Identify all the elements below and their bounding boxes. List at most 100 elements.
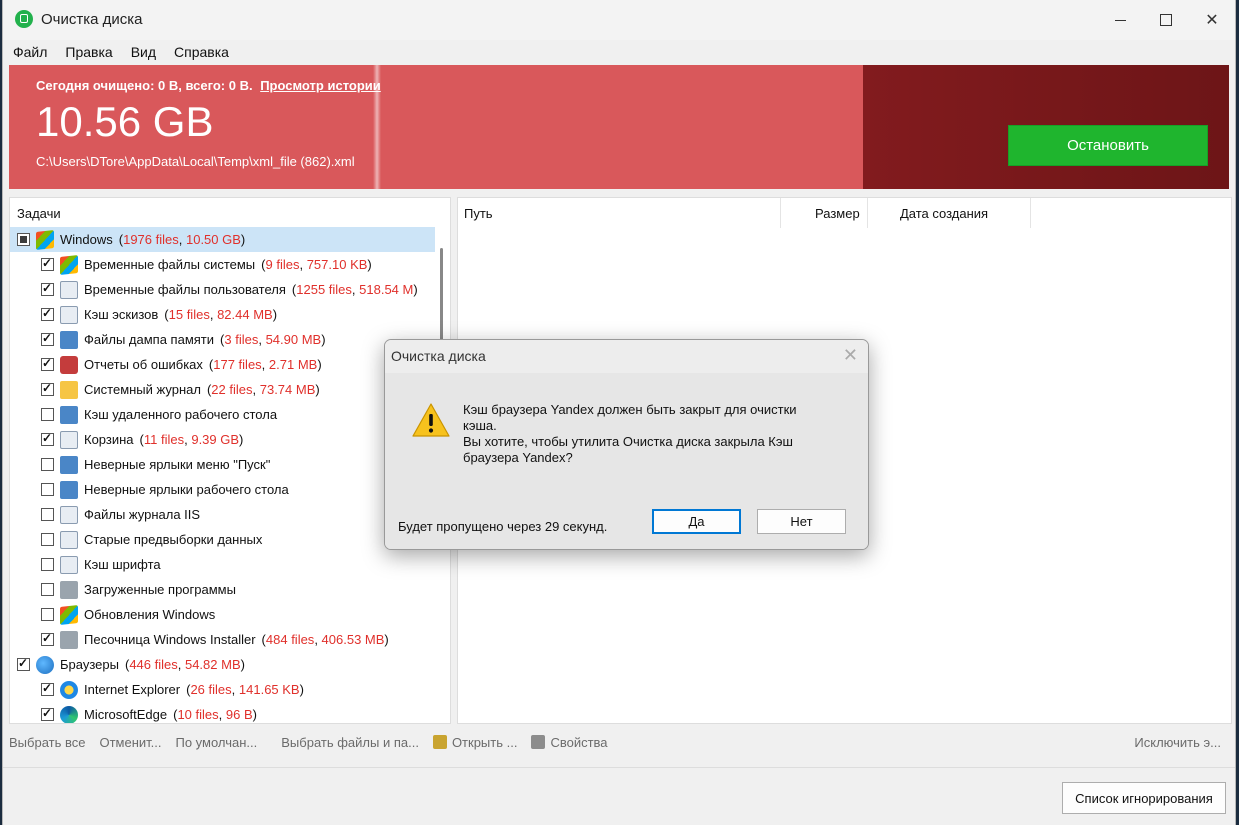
task-size: 2.71 MB [268, 357, 318, 372]
task-checkbox[interactable] [41, 408, 54, 421]
dialog-message: Кэш браузера Yandex должен быть закрыт д… [463, 402, 853, 466]
column-created[interactable]: Дата создания [900, 198, 988, 228]
installer-icon [60, 630, 78, 649]
status-divider [3, 767, 1235, 768]
task-row[interactable]: Браузеры (446 files, 54.82 MB) [10, 652, 435, 677]
task-size: 73.74 MB [259, 382, 316, 397]
task-checkbox[interactable] [41, 306, 54, 321]
stop-button[interactable]: Остановить [1008, 125, 1208, 166]
windows-update-icon [60, 604, 78, 625]
task-row[interactable]: Файлы дампа памяти (3 files, 54.90 MB) [10, 327, 435, 352]
task-checkbox[interactable] [41, 483, 54, 496]
task-file-count: 15 files [168, 307, 210, 322]
task-row[interactable]: Кэш удаленного рабочего стола [10, 402, 435, 427]
column-path[interactable]: Путь [464, 198, 493, 228]
dialog-message-line: Кэш браузера Yandex должен быть закрыт д… [463, 402, 797, 417]
title-bar: Очистка диска ✕ [3, 0, 1235, 40]
task-checkbox[interactable] [41, 706, 54, 721]
properties-label: Свойства [550, 734, 608, 750]
task-checkbox[interactable] [41, 558, 54, 571]
task-row[interactable]: Корзина (11 files, 9.39 GB) [10, 427, 435, 452]
task-stats: (9 files, 757.10 KB) [261, 257, 372, 272]
task-file-count: 22 files [211, 382, 253, 397]
task-label: Системный журнал [84, 382, 201, 397]
task-row[interactable]: Временные файлы системы (9 files, 757.10 … [10, 252, 435, 277]
menu-edit[interactable]: Правка [55, 44, 120, 60]
cancel-selection-button[interactable]: Отменит... [99, 735, 161, 750]
task-checkbox[interactable] [41, 256, 54, 271]
task-checkbox[interactable] [17, 233, 30, 246]
properties-button[interactable]: Свойства [531, 734, 608, 750]
history-link[interactable]: Просмотр истории [260, 78, 381, 93]
task-row[interactable]: Временные файлы пользователя (1255 files,… [10, 277, 435, 302]
task-file-count: 1976 files [123, 232, 179, 247]
dialog-message-line: кэша. [463, 418, 497, 433]
dialog-close-icon[interactable]: ✕ [843, 345, 858, 366]
maximize-button[interactable] [1143, 0, 1189, 40]
task-label: Неверные ярлыки меню "Пуск" [84, 457, 271, 472]
task-label: Обновления Windows [84, 607, 216, 622]
ignore-list-button[interactable]: Список игнорирования [1062, 782, 1226, 814]
close-button[interactable]: ✕ [1189, 0, 1235, 40]
menu-help[interactable]: Справка [164, 44, 237, 60]
task-checkbox[interactable] [41, 583, 54, 596]
task-checkbox[interactable] [41, 508, 54, 521]
dialog-title-bar: Очистка диска ✕ [385, 340, 868, 373]
task-row[interactable]: Отчеты об ошибках (177 files, 2.71 MB) [10, 352, 435, 377]
task-size: 10.50 GB [185, 232, 241, 247]
task-checkbox[interactable] [41, 356, 54, 371]
minimize-button[interactable] [1097, 0, 1143, 40]
yes-button[interactable]: Да [652, 509, 741, 534]
properties-icon [531, 735, 546, 749]
windows-icon [36, 229, 54, 250]
cleanup-summary: Сегодня очищено: 0 B, всего: 0 B. Просмо… [36, 78, 381, 93]
task-row[interactable]: Старые предвыборки данных [10, 527, 435, 552]
warning-icon [412, 403, 450, 437]
task-label: Файлы дампа памяти [84, 332, 215, 347]
task-checkbox[interactable] [41, 608, 54, 621]
dialog-message-line: Вы хотите, чтобы утилита Очистка диска з… [463, 434, 793, 449]
open-button[interactable]: Открыть ... [432, 735, 517, 750]
task-checkbox[interactable] [41, 458, 54, 471]
task-checkbox[interactable] [41, 631, 54, 646]
task-row[interactable]: Кэш шрифта [10, 552, 435, 577]
task-label: Песочница Windows Installer [84, 632, 256, 647]
task-row[interactable]: Обновления Windows [10, 602, 435, 627]
task-row[interactable]: Неверные ярлыки меню "Пуск" [10, 452, 435, 477]
task-checkbox[interactable] [41, 533, 54, 546]
dialog-countdown: Будет пропущено через 29 секунд. [398, 519, 608, 534]
task-row[interactable]: Windows (1976 files, 10.50 GB) [10, 227, 435, 252]
select-all-button[interactable]: Выбрать все [9, 735, 85, 750]
task-checkbox[interactable] [41, 381, 54, 396]
task-checkbox[interactable] [41, 281, 54, 296]
task-checkbox[interactable] [41, 681, 54, 696]
task-row[interactable]: Неверные ярлыки рабочего стола [10, 477, 435, 502]
task-row[interactable]: Системный журнал (22 files, 73.74 MB) [10, 377, 435, 402]
app-logo-icon [15, 10, 33, 28]
task-stats: (15 files, 82.44 MB) [164, 307, 278, 322]
task-checkbox[interactable] [41, 431, 54, 446]
column-size[interactable]: Размер [815, 198, 860, 228]
task-row[interactable]: Песочница Windows Installer (484 files, 4… [10, 627, 435, 652]
window-title: Очистка диска [41, 11, 143, 28]
task-row[interactable]: MicrosoftEdge (10 files, 96 B) [10, 702, 435, 723]
select-files-button[interactable]: Выбрать файлы и па... [281, 735, 419, 750]
task-row[interactable]: Загруженные программы [10, 577, 435, 602]
task-row[interactable]: Кэш эскизов (15 files, 82.44 MB) [10, 302, 435, 327]
task-size: 757.10 KB [306, 257, 368, 272]
task-size: 96 B [225, 707, 253, 722]
task-checkbox[interactable] [17, 656, 30, 671]
defaults-button[interactable]: По умолчан... [176, 735, 258, 750]
task-row[interactable]: Internet Explorer (26 files, 141.65 KB) [10, 677, 435, 702]
task-row[interactable]: Файлы журнала IIS [10, 502, 435, 527]
menu-view[interactable]: Вид [121, 44, 164, 60]
column-separator [780, 198, 781, 228]
menu-file[interactable]: Файл [3, 44, 55, 60]
task-label: Файлы журнала IIS [84, 507, 201, 522]
downloaded-programs-icon [60, 580, 78, 599]
exclude-button[interactable]: Исключить э... [1134, 735, 1221, 750]
task-checkbox[interactable] [41, 331, 54, 346]
maximize-icon [1160, 14, 1172, 26]
no-button[interactable]: Нет [757, 509, 846, 534]
globe-icon [36, 655, 54, 674]
